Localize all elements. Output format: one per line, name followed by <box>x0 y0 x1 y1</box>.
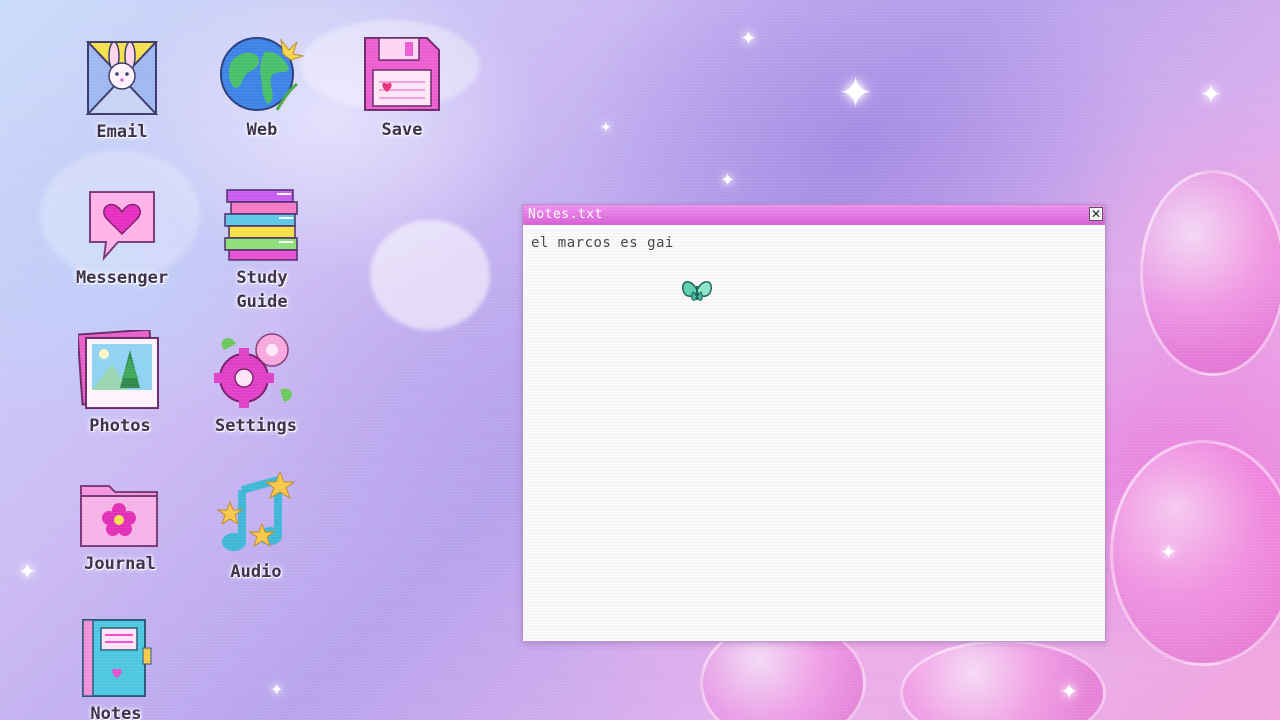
desktop-icon-audio[interactable]: Audio <box>196 470 316 584</box>
icon-label: Web <box>246 120 278 140</box>
icon-label: Notes <box>90 704 142 720</box>
gear-flower-icon <box>210 330 302 410</box>
desktop-icon-notes[interactable]: Notes <box>56 618 176 720</box>
desktop-icon-photos[interactable]: Photos <box>60 328 180 438</box>
desktop-icon-journal[interactable]: Journal <box>60 478 180 576</box>
icon-label: Journal <box>84 554 156 574</box>
desktop-icon-messenger[interactable]: Messenger <box>62 186 182 290</box>
desktop-icon-settings[interactable]: Settings <box>196 330 316 438</box>
text-editor-area[interactable]: el marcos es gai <box>523 229 1105 641</box>
floppy-disk-icon <box>361 34 443 114</box>
music-note-icon <box>216 470 296 556</box>
desktop-icon-study-guide[interactable]: Study Guide <box>202 186 322 314</box>
icon-label: Photos <box>89 416 151 436</box>
heart-speech-bubble-icon <box>82 186 162 262</box>
note-text[interactable]: el marcos es gai <box>531 235 674 251</box>
window-title: Notes.txt <box>528 207 603 222</box>
desktop-icon-save[interactable]: Save <box>342 34 462 142</box>
icon-label: Email <box>96 122 148 142</box>
pixel-butterfly-cursor-icon <box>681 276 713 304</box>
icon-label: Audio <box>230 562 282 582</box>
icon-label: Settings <box>215 416 297 436</box>
window-title-bar[interactable]: Notes.txt ✕ <box>523 205 1105 227</box>
envelope-bunny-icon <box>82 34 162 116</box>
close-icon: ✕ <box>1090 207 1102 221</box>
flower-folder-icon <box>79 478 161 548</box>
close-button[interactable]: ✕ <box>1089 207 1103 221</box>
globe-icon <box>217 34 307 114</box>
notebook-icon <box>77 618 155 698</box>
icon-label: Study Guide <box>236 268 288 312</box>
notes-window[interactable]: Notes.txt ✕ el marcos es gai <box>522 204 1106 642</box>
icon-label: Save <box>381 120 423 140</box>
desktop-icon-web[interactable]: Web <box>202 34 322 142</box>
icon-label: Messenger <box>75 268 169 288</box>
desktop-icon-email[interactable]: Email <box>62 34 182 144</box>
photo-frame-icon <box>76 328 162 410</box>
book-stack-icon <box>221 186 303 262</box>
